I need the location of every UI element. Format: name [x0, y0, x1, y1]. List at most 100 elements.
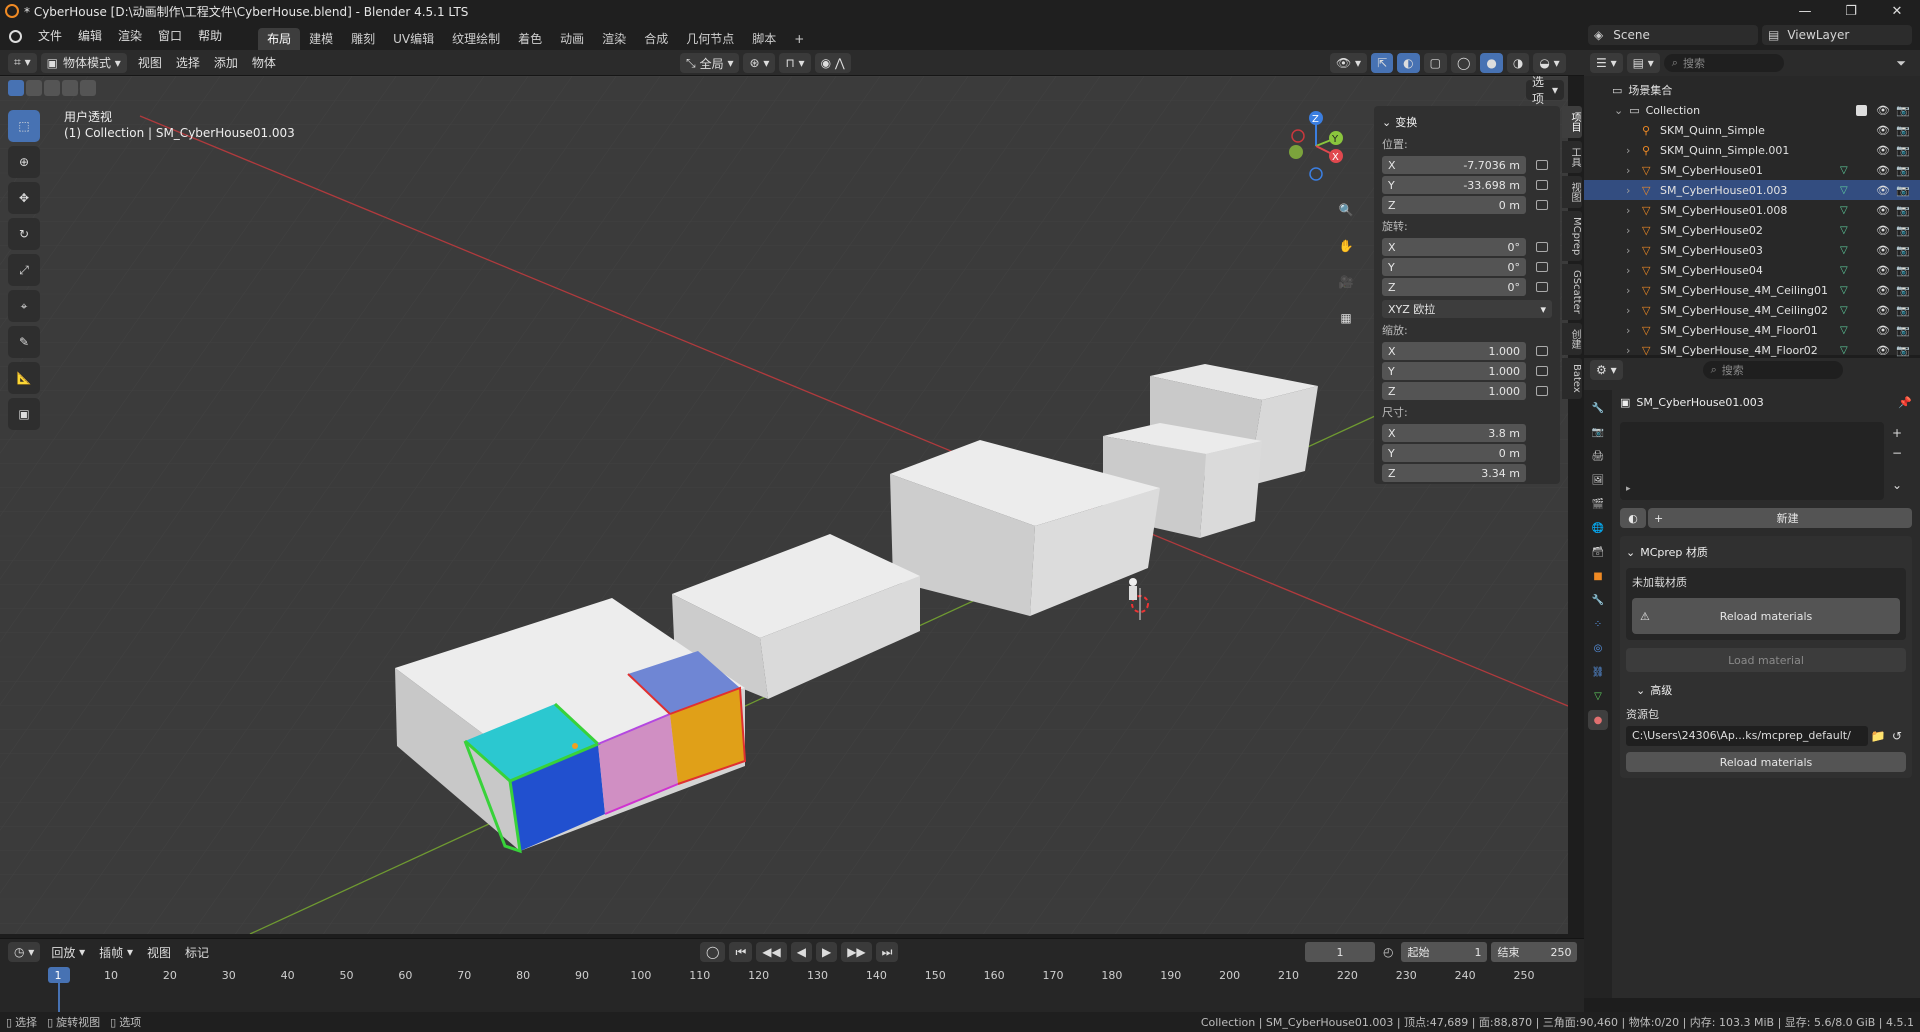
tab-item[interactable]: 项目 [1562, 106, 1582, 138]
blender-menu-icon[interactable] [0, 25, 30, 47]
outliner-item[interactable]: › ▽ SM_CyberHouse01.008 ▽ 👁 📷 [1584, 200, 1920, 220]
outliner-search[interactable]: ⌕ 搜索 [1663, 54, 1784, 72]
rotation-y-field[interactable]: Y 0° [1382, 258, 1526, 276]
camera-icon[interactable]: 📷 [1896, 164, 1910, 177]
measure-tool[interactable]: 📐 [8, 362, 40, 394]
outliner-item[interactable]: › ▽ SM_CyberHouse_4M_Ceiling01 ▽ 👁 📷 [1584, 280, 1920, 300]
scale-tool[interactable]: ⤢ [8, 254, 40, 286]
menu-timeline-view[interactable]: 视图 [140, 942, 178, 962]
location-z-field[interactable]: Z 0 m [1382, 196, 1526, 214]
camera-icon[interactable]: 📷 [1896, 104, 1910, 117]
minimize-button[interactable]: — [1782, 0, 1828, 22]
close-button[interactable]: ✕ [1874, 0, 1920, 22]
view-layer-tab-icon[interactable]: 🖼 [1588, 470, 1608, 490]
annotate-tool[interactable]: ✎ [8, 326, 40, 358]
cursor-tool[interactable]: ⊕ [8, 146, 40, 178]
jump-start-icon[interactable]: ⏮ [729, 942, 753, 962]
select-intersect-icon[interactable] [80, 80, 96, 96]
select-subtract-icon[interactable] [44, 80, 60, 96]
chevron-right-icon[interactable]: › [1626, 244, 1638, 257]
collection-row[interactable]: ⌄ ▭ Collection 👁 📷 [1584, 100, 1920, 120]
eye-icon[interactable]: 👁 [1876, 144, 1890, 157]
constraints-tab-icon[interactable]: ⛓ [1588, 662, 1608, 682]
physics-tab-icon[interactable]: ◎ [1588, 638, 1608, 658]
tab-sculpting[interactable]: 雕刻 [342, 28, 384, 50]
eye-icon[interactable]: 👁 [1876, 224, 1890, 237]
camera-icon[interactable]: 📷 [1896, 184, 1910, 197]
tab-shading[interactable]: 着色 [509, 28, 551, 50]
outliner-item[interactable]: › ▽ SM_CyberHouse03 ▽ 👁 📷 [1584, 240, 1920, 260]
perspective-grid-icon[interactable]: ▦ [1330, 302, 1362, 334]
transform-tool[interactable]: ⌖ [8, 290, 40, 322]
menu-playback[interactable]: 回放 ▾ [44, 942, 92, 962]
data-tab-icon[interactable]: ▽ [1588, 686, 1608, 706]
menu-edit[interactable]: 编辑 [70, 25, 110, 47]
material-shading-button[interactable]: ◑ [1506, 53, 1530, 73]
pan-hand-icon[interactable]: ✋ [1330, 230, 1362, 262]
eye-icon[interactable]: 👁 [1876, 104, 1890, 117]
lock-icon[interactable] [1536, 386, 1548, 396]
slot-menu-icon[interactable]: ⌄ [1892, 478, 1902, 492]
camera-icon[interactable]: 📷 [1896, 264, 1910, 277]
slot-remove-button[interactable]: − [1892, 446, 1902, 460]
auto-key-icon[interactable]: ◯ [700, 942, 726, 962]
lock-icon[interactable] [1536, 346, 1548, 356]
location-x-field[interactable]: X -7.7036 m [1382, 156, 1526, 174]
current-frame-field[interactable]: 1 [1305, 942, 1375, 962]
camera-icon[interactable]: 📷 [1896, 144, 1910, 157]
maximize-button[interactable]: ❐ [1828, 0, 1874, 22]
outliner-item[interactable]: › ▽ SM_CyberHouse_4M_Floor01 ▽ 👁 📷 [1584, 320, 1920, 340]
eye-icon[interactable]: 👁 [1876, 344, 1890, 357]
select-invert-icon[interactable] [62, 80, 78, 96]
rotation-mode-dropdown[interactable]: XYZ 欧拉 ▾ [1382, 300, 1552, 318]
lock-icon[interactable] [1536, 366, 1548, 376]
chevron-right-icon[interactable]: › [1626, 324, 1638, 337]
prev-keyframe-icon[interactable]: ◀◀ [756, 942, 787, 962]
scale-z-field[interactable]: Z 1.000 [1382, 382, 1526, 400]
dimension-y-field[interactable]: Y 0 m [1382, 444, 1526, 462]
outliner-item[interactable]: › ▽ SM_CyberHouse_4M_Floor02 ▽ 👁 📷 [1584, 340, 1920, 360]
rotate-tool[interactable]: ↻ [8, 218, 40, 250]
jump-end-icon[interactable]: ⏭ [875, 942, 899, 962]
object-tab-icon[interactable]: ■ [1588, 566, 1608, 586]
lock-icon[interactable] [1536, 180, 1548, 190]
menu-help[interactable]: 帮助 [190, 25, 230, 47]
eye-icon[interactable]: 👁 [1876, 304, 1890, 317]
tab-texture-paint[interactable]: 纹理绘制 [443, 28, 509, 50]
lock-icon[interactable] [1536, 282, 1548, 292]
output-tab-icon[interactable]: 🖨 [1588, 446, 1608, 466]
dimension-x-field[interactable]: X 3.8 m [1382, 424, 1526, 442]
transform-header[interactable]: ⌄ 变换 [1382, 112, 1552, 132]
solid-shading-button[interactable]: ● [1480, 53, 1503, 73]
resource-pack-path-input[interactable]: C:\Users\24306\Ap...ks/mcprep_default/ [1626, 726, 1868, 746]
outliner-item[interactable]: ⚲ SKM_Quinn_Simple 👁 📷 [1584, 120, 1920, 140]
editor-type-button[interactable]: ⌗ ▾ [8, 52, 37, 73]
reset-icon[interactable]: ↺ [1888, 729, 1906, 743]
menu-render[interactable]: 渲染 [110, 25, 150, 47]
camera-icon[interactable]: 📷 [1896, 124, 1910, 137]
camera-icon[interactable]: 📷 [1896, 344, 1910, 357]
checkbox-icon[interactable] [1856, 104, 1867, 116]
tab-compositing[interactable]: 合成 [635, 28, 677, 50]
chevron-right-icon[interactable]: › [1626, 164, 1638, 177]
pin-icon[interactable]: 📌 [1898, 396, 1912, 409]
render-tab-icon[interactable]: 📷 [1588, 422, 1608, 442]
camera-icon[interactable]: 📷 [1896, 304, 1910, 317]
transform-orientation-dropdown[interactable]: ⤡ 全局 ▾ [680, 53, 740, 73]
select-box-tool[interactable]: ⬚ [8, 110, 40, 142]
chevron-right-icon[interactable]: › [1626, 224, 1638, 237]
camera-icon[interactable]: 📷 [1896, 244, 1910, 257]
next-keyframe-icon[interactable]: ▶▶ [841, 942, 872, 962]
location-y-field[interactable]: Y -33.698 m [1382, 176, 1526, 194]
filter-icon[interactable]: ⏷ [1896, 56, 1906, 71]
mcprep-header[interactable]: ⌄ MCprep 材质 [1626, 542, 1906, 562]
tab-layout[interactable]: 布局 [258, 28, 301, 50]
display-mode-icon[interactable]: ▤ ▾ [1626, 53, 1660, 73]
start-frame-field[interactable]: 起始 1 [1401, 942, 1488, 962]
chevron-right-icon[interactable]: › [1626, 204, 1638, 217]
scene-selector[interactable]: ◈ Scene [1588, 25, 1758, 45]
end-frame-field[interactable]: 结束 250 [1491, 942, 1578, 962]
advanced-header[interactable]: ⌄ 高级 [1626, 680, 1906, 700]
tab-rendering[interactable]: 渲染 [593, 28, 635, 50]
view-layer-selector[interactable]: ▤ ViewLayer [1762, 25, 1912, 45]
